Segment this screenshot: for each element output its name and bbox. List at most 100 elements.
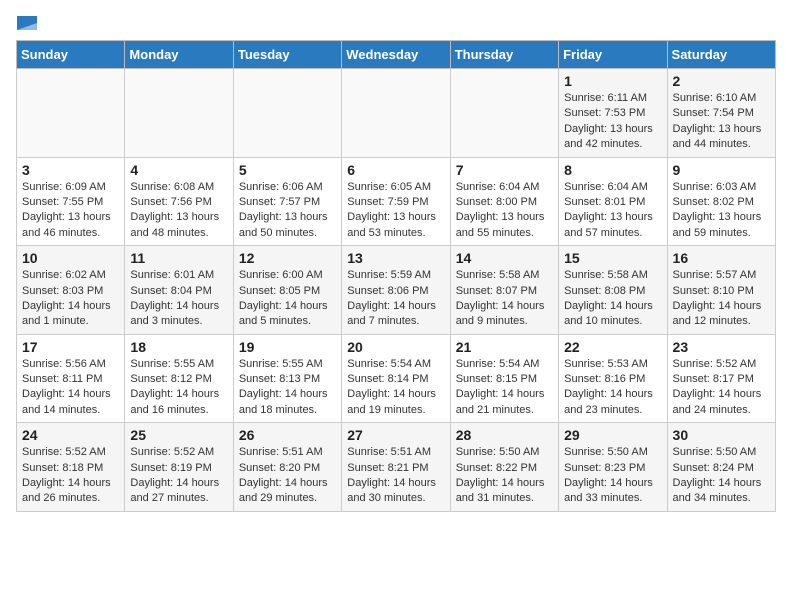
day-number: 26 [239, 427, 336, 443]
calendar-cell [125, 69, 233, 158]
day-info: Sunrise: 6:05 AMSunset: 7:59 PMDaylight:… [347, 180, 444, 242]
calendar-cell: 21 Sunrise: 5:54 AMSunset: 8:15 PMDayligh… [450, 334, 558, 423]
day-info: Sunrise: 6:03 AMSunset: 8:02 PMDaylight:… [673, 180, 770, 242]
calendar-cell: 28Sunrise: 5:50 AMSunset: 8:22 PMDayligh… [450, 423, 558, 512]
day-info: Sunrise: 6:10 AMSunset: 7:54 PMDaylight:… [673, 91, 770, 153]
calendar-cell [450, 69, 558, 158]
day-info: Sunrise: 6:08 AMSunset: 7:56 PMDaylight:… [130, 180, 227, 242]
day-info: Sunrise: 6:04 AMSunset: 8:01 PMDaylight:… [564, 180, 661, 242]
week-row-1: 1 Sunrise: 6:11 AMSunset: 7:53 PMDaylight… [17, 69, 776, 158]
day-info: Sunrise: 6:06 AMSunset: 7:57 PMDaylight:… [239, 180, 336, 242]
day-number: 24 [22, 427, 119, 443]
day-number: 5 [239, 162, 336, 178]
day-number: 25 [130, 427, 227, 443]
day-info: Sunrise: 6:00 AMSunset: 8:05 PMDaylight:… [239, 268, 336, 330]
day-number: 4 [130, 162, 227, 178]
day-number: 29 [564, 427, 661, 443]
calendar-cell: 4 Sunrise: 6:08 AMSunset: 7:56 PMDaylight… [125, 157, 233, 246]
calendar-cell: 24 Sunrise: 5:52 AMSunset: 8:18 PMDayligh… [17, 423, 125, 512]
calendar-cell: 25 Sunrise: 5:52 AMSunset: 8:19 PMDayligh… [125, 423, 233, 512]
week-row-3: 10 Sunrise: 6:02 AMSunset: 8:03 PMDayligh… [17, 246, 776, 335]
calendar-cell: 2 Sunrise: 6:10 AMSunset: 7:54 PMDaylight… [667, 69, 775, 158]
day-number: 1 [564, 73, 661, 89]
day-info: Sunrise: 5:52 AMSunset: 8:19 PMDaylight:… [130, 445, 227, 507]
calendar-cell: 10 Sunrise: 6:02 AMSunset: 8:03 PMDayligh… [17, 246, 125, 335]
day-number: 21 [456, 339, 553, 355]
day-number: 8 [564, 162, 661, 178]
day-info: Sunrise: 5:57 AMSunset: 8:10 PMDaylight:… [673, 268, 770, 330]
day-info: Sunrise: 5:52 AMSunset: 8:18 PMDaylight:… [22, 445, 119, 507]
logo-text [16, 16, 38, 30]
day-info: Sunrise: 6:01 AMSunset: 8:04 PMDaylight:… [130, 268, 227, 330]
day-number: 15 [564, 250, 661, 266]
day-number: 12 [239, 250, 336, 266]
calendar-cell [17, 69, 125, 158]
day-number: 18 [130, 339, 227, 355]
calendar-cell: 12 Sunrise: 6:00 AMSunset: 8:05 PMDayligh… [233, 246, 341, 335]
calendar-cell: 11 Sunrise: 6:01 AMSunset: 8:04 PMDayligh… [125, 246, 233, 335]
day-number: 11 [130, 250, 227, 266]
day-number: 19 [239, 339, 336, 355]
day-info: Sunrise: 5:52 AMSunset: 8:17 PMDaylight:… [673, 357, 770, 419]
calendar-cell: 9 Sunrise: 6:03 AMSunset: 8:02 PMDaylight… [667, 157, 775, 246]
week-row-4: 17 Sunrise: 5:56 AMSunset: 8:11 PMDayligh… [17, 334, 776, 423]
calendar-cell: 22Sunrise: 5:53 AMSunset: 8:16 PMDayligh… [559, 334, 667, 423]
day-info: Sunrise: 5:51 AMSunset: 8:20 PMDaylight:… [239, 445, 336, 507]
calendar-cell: 23 Sunrise: 5:52 AMSunset: 8:17 PMDayligh… [667, 334, 775, 423]
weekday-header-friday: Friday [559, 41, 667, 69]
day-info: Sunrise: 6:09 AMSunset: 7:55 PMDaylight:… [22, 180, 119, 242]
calendar-cell: 17 Sunrise: 5:56 AMSunset: 8:11 PMDayligh… [17, 334, 125, 423]
calendar-cell: 5 Sunrise: 6:06 AMSunset: 7:57 PMDaylight… [233, 157, 341, 246]
day-number: 6 [347, 162, 444, 178]
weekday-header-sunday: Sunday [17, 41, 125, 69]
weekday-header-wednesday: Wednesday [342, 41, 450, 69]
day-number: 17 [22, 339, 119, 355]
weekday-header-saturday: Saturday [667, 41, 775, 69]
day-info: Sunrise: 6:11 AMSunset: 7:53 PMDaylight:… [564, 91, 661, 153]
day-number: 23 [673, 339, 770, 355]
weekday-header-thursday: Thursday [450, 41, 558, 69]
day-number: 2 [673, 73, 770, 89]
calendar-cell: 15 Sunrise: 5:58 AMSunset: 8:08 PMDayligh… [559, 246, 667, 335]
day-info: Sunrise: 6:04 AMSunset: 8:00 PMDaylight:… [456, 180, 553, 242]
calendar-cell: 30 Sunrise: 5:50 AMSunset: 8:24 PMDayligh… [667, 423, 775, 512]
day-info: Sunrise: 5:50 AMSunset: 8:23 PMDaylight:… [564, 445, 661, 507]
day-info: Sunrise: 5:50 AMSunset: 8:22 PMDaylight:… [456, 445, 553, 507]
day-number: 22 [564, 339, 661, 355]
day-number: 9 [673, 162, 770, 178]
calendar-cell: 20 Sunrise: 5:54 AMSunset: 8:14 PMDayligh… [342, 334, 450, 423]
header [16, 16, 776, 30]
day-number: 7 [456, 162, 553, 178]
calendar-cell: 19 Sunrise: 5:55 AMSunset: 8:13 PMDayligh… [233, 334, 341, 423]
calendar-cell: 18Sunrise: 5:55 AMSunset: 8:12 PMDayligh… [125, 334, 233, 423]
day-info: Sunrise: 5:58 AMSunset: 8:08 PMDaylight:… [564, 268, 661, 330]
day-info: Sunrise: 5:59 AMSunset: 8:06 PMDaylight:… [347, 268, 444, 330]
calendar-cell [233, 69, 341, 158]
calendar-header: SundayMondayTuesdayWednesdayThursdayFrid… [17, 41, 776, 69]
logo-flag-icon [17, 16, 37, 30]
day-info: Sunrise: 5:54 AMSunset: 8:15 PMDaylight:… [456, 357, 553, 419]
day-info: Sunrise: 5:54 AMSunset: 8:14 PMDaylight:… [347, 357, 444, 419]
weekday-header-row: SundayMondayTuesdayWednesdayThursdayFrid… [17, 41, 776, 69]
calendar-cell: 16Sunrise: 5:57 AMSunset: 8:10 PMDayligh… [667, 246, 775, 335]
day-number: 30 [673, 427, 770, 443]
day-number: 20 [347, 339, 444, 355]
day-info: Sunrise: 5:56 AMSunset: 8:11 PMDaylight:… [22, 357, 119, 419]
day-number: 10 [22, 250, 119, 266]
day-number: 27 [347, 427, 444, 443]
weekday-header-monday: Monday [125, 41, 233, 69]
calendar-body: 1 Sunrise: 6:11 AMSunset: 7:53 PMDaylight… [17, 69, 776, 512]
day-info: Sunrise: 5:55 AMSunset: 8:13 PMDaylight:… [239, 357, 336, 419]
calendar-cell: 14Sunrise: 5:58 AMSunset: 8:07 PMDayligh… [450, 246, 558, 335]
calendar-cell: 6 Sunrise: 6:05 AMSunset: 7:59 PMDaylight… [342, 157, 450, 246]
day-number: 14 [456, 250, 553, 266]
calendar-cell: 7 Sunrise: 6:04 AMSunset: 8:00 PMDaylight… [450, 157, 558, 246]
page: SundayMondayTuesdayWednesdayThursdayFrid… [0, 0, 792, 528]
calendar-cell: 8 Sunrise: 6:04 AMSunset: 8:01 PMDaylight… [559, 157, 667, 246]
calendar-cell: 3Sunrise: 6:09 AMSunset: 7:55 PMDaylight… [17, 157, 125, 246]
calendar-cell: 29 Sunrise: 5:50 AMSunset: 8:23 PMDayligh… [559, 423, 667, 512]
calendar-cell: 26 Sunrise: 5:51 AMSunset: 8:20 PMDayligh… [233, 423, 341, 512]
calendar: SundayMondayTuesdayWednesdayThursdayFrid… [16, 40, 776, 512]
day-info: Sunrise: 5:50 AMSunset: 8:24 PMDaylight:… [673, 445, 770, 507]
day-info: Sunrise: 6:02 AMSunset: 8:03 PMDaylight:… [22, 268, 119, 330]
